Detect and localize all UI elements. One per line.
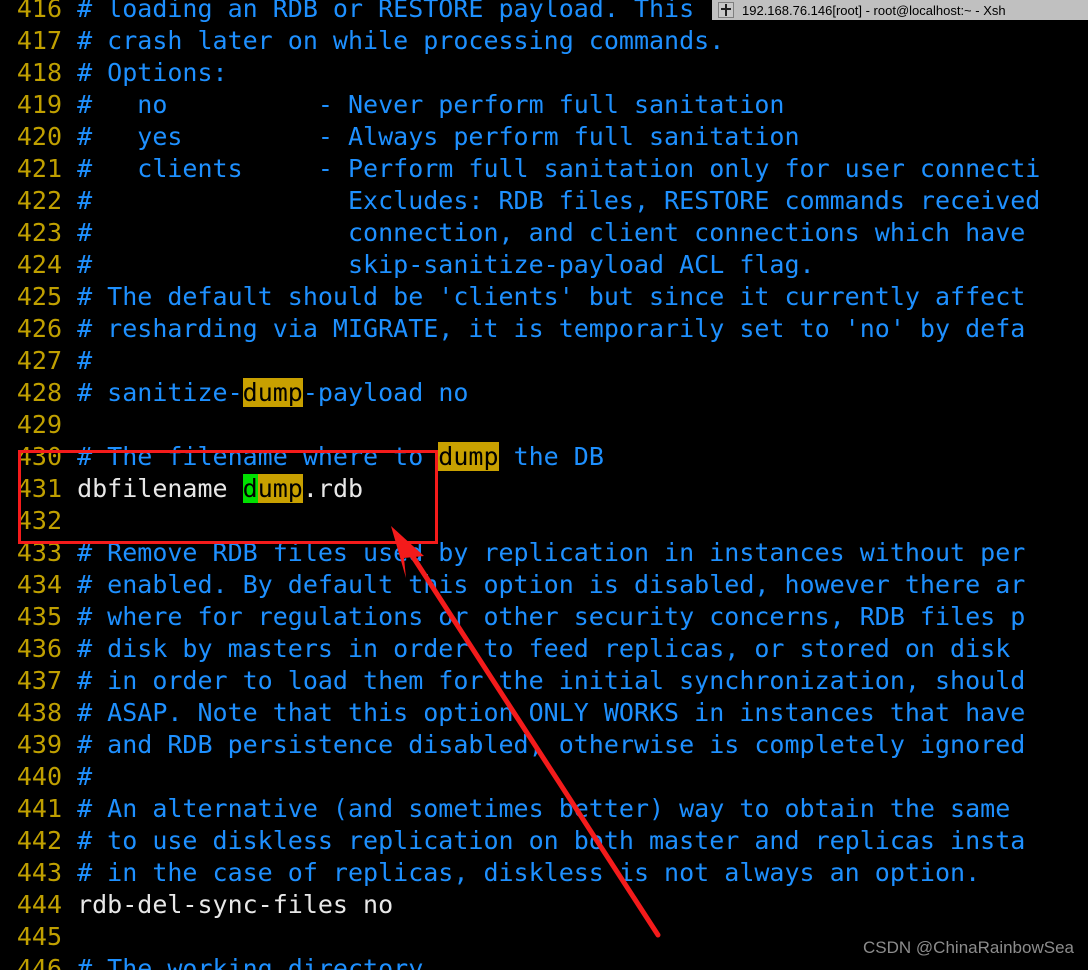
line-text: # Options: (77, 58, 228, 87)
terminal-line: 441 # An alternative (and sometimes bett… (0, 793, 1088, 825)
line-text: rdb-del-sync-files no (77, 890, 394, 919)
line-text: # in the case of replicas, diskless is n… (77, 858, 981, 887)
terminal-line: 420 # yes - Always perform full sanitati… (0, 121, 1088, 153)
line-number: 435 (16, 602, 62, 631)
line-number: 423 (16, 218, 62, 247)
terminal-line: 417 # crash later on while processing co… (0, 25, 1088, 57)
window-titlebar[interactable]: 192.168.76.146[root] - root@localhost:~ … (712, 0, 1088, 20)
line-text: -payload no (302, 378, 469, 407)
terminal-line: 438 # ASAP. Note that this option ONLY W… (0, 697, 1088, 729)
terminal-line: 444 rdb-del-sync-files no (0, 889, 1088, 921)
terminal-line: 442 # to use diskless replication on bot… (0, 825, 1088, 857)
line-text: # yes - Always perform full sanitation (77, 122, 800, 151)
terminal-line: 424 # skip-sanitize-payload ACL flag. (0, 249, 1088, 281)
line-number: 425 (16, 282, 62, 311)
line-text: # sanitize- (77, 378, 243, 407)
line-text: # An alternative (and sometimes better) … (77, 794, 1026, 823)
terminal-line: 436 # disk by masters in order to feed r… (0, 633, 1088, 665)
line-number: 421 (16, 154, 62, 183)
line-text: # skip-sanitize-payload ACL flag. (77, 250, 815, 279)
terminal-line: 439 # and RDB persistence disabled, othe… (0, 729, 1088, 761)
terminal-line: 434 # enabled. By default this option is… (0, 569, 1088, 601)
line-number: 438 (16, 698, 62, 727)
line-number: 434 (16, 570, 62, 599)
terminal-line: 435 # where for regulations or other sec… (0, 601, 1088, 633)
terminal-line: 429 (0, 409, 1088, 441)
line-text: # resharding via MIGRATE, it is temporar… (77, 314, 1026, 343)
line-text: # ASAP. Note that this option ONLY WORKS… (77, 698, 1026, 727)
line-text: # crash later on while processing comman… (77, 26, 725, 55)
line-number: 446 (16, 954, 62, 970)
dbfilename-highlight-box (18, 450, 438, 544)
terminal-line: 426 # resharding via MIGRATE, it is temp… (0, 313, 1088, 345)
terminal-line: 427 # (0, 345, 1088, 377)
terminal-line: 440 # (0, 761, 1088, 793)
line-text: # Excludes: RDB files, RESTORE commands … (77, 186, 1041, 215)
line-number: 443 (16, 858, 62, 887)
terminal-line: 421 # clients - Perform full sanitation … (0, 153, 1088, 185)
line-text: # to use diskless replication on both ma… (77, 826, 1026, 855)
line-number: 429 (16, 410, 62, 439)
line-text: # in order to load them for the initial … (77, 666, 1026, 695)
line-number: 445 (16, 922, 62, 951)
terminal-line: 437 # in order to load them for the init… (0, 665, 1088, 697)
line-text: # enabled. By default this option is dis… (77, 570, 1026, 599)
line-number: 424 (16, 250, 62, 279)
line-number: 440 (16, 762, 62, 791)
line-text: # no - Never perform full sanitation (77, 90, 785, 119)
terminal-line: 428 # sanitize-dump-payload no (0, 377, 1088, 409)
search-match: dump (242, 378, 303, 407)
line-text: # disk by masters in order to feed repli… (77, 634, 1026, 663)
line-text: # The default should be 'clients' but si… (77, 282, 1026, 311)
line-number: 444 (16, 890, 62, 919)
line-number: 420 (16, 122, 62, 151)
line-text: # The working directory. (77, 954, 439, 970)
line-text: # (77, 762, 93, 791)
terminal-window: 416 # loading an RDB or RESTORE payload.… (0, 0, 1088, 970)
window-menu-icon[interactable] (718, 2, 734, 18)
window-title-text: 192.168.76.146[root] - root@localhost:~ … (742, 2, 1006, 18)
line-text: # connection, and client connections whi… (77, 218, 1041, 247)
line-text: the DB (498, 442, 604, 471)
line-number: 422 (16, 186, 62, 215)
line-text: # (77, 346, 93, 375)
line-number: 436 (16, 634, 62, 663)
line-number: 441 (16, 794, 62, 823)
line-number: 437 (16, 666, 62, 695)
line-number: 442 (16, 826, 62, 855)
watermark-text: CSDN @ChinaRainbowSea (863, 938, 1074, 957)
line-number: 428 (16, 378, 62, 407)
line-text: # where for regulations or other securit… (77, 602, 1026, 631)
line-number: 418 (16, 58, 62, 87)
terminal-line: 422 # Excludes: RDB files, RESTORE comma… (0, 185, 1088, 217)
line-text: # clients - Perform full sanitation only… (77, 154, 1041, 183)
terminal-line: 423 # connection, and client connections… (0, 217, 1088, 249)
terminal-line: 419 # no - Never perform full sanitation (0, 89, 1088, 121)
line-text: # and RDB persistence disabled, otherwis… (77, 730, 1026, 759)
line-number: 416 (16, 0, 62, 23)
line-number: 439 (16, 730, 62, 759)
line-number: 427 (16, 346, 62, 375)
line-number: 426 (16, 314, 62, 343)
line-number: 419 (16, 90, 62, 119)
terminal-line: 425 # The default should be 'clients' bu… (0, 281, 1088, 313)
line-number: 417 (16, 26, 62, 55)
search-match: dump (438, 442, 499, 471)
terminal-line: 418 # Options: (0, 57, 1088, 89)
terminal-line: 443 # in the case of replicas, diskless … (0, 857, 1088, 889)
